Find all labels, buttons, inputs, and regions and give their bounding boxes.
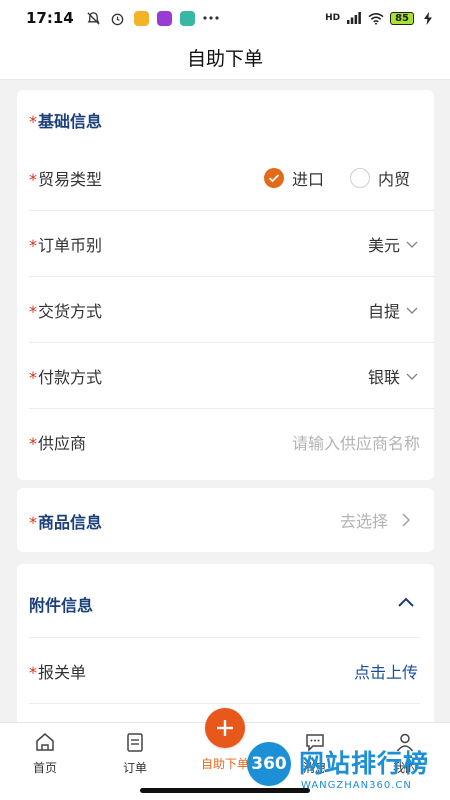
goods-select-action[interactable]: 去选择 (340, 508, 414, 532)
currency-row[interactable]: *订单币别 美元 (29, 211, 434, 277)
add-order-button[interactable] (205, 708, 245, 748)
chevron-right-icon (398, 512, 414, 528)
required-mark: * (29, 662, 37, 682)
payment-value: 银联 (367, 367, 400, 387)
required-mark: * (29, 112, 37, 131)
status-time: 17:14 (26, 9, 74, 27)
tab-self-order-label: 自助下单 (200, 757, 249, 771)
supplier-placeholder: 请输入供应商名称 (291, 434, 420, 453)
more-dots-icon (203, 10, 219, 26)
attachment-info-title: 附件信息 (29, 596, 94, 615)
tab-orders[interactable]: 订单 (100, 731, 170, 776)
delivery-value: 自提 (367, 301, 400, 321)
customs-label: *报关单 (29, 659, 86, 683)
basic-info-card: *基础信息 *贸易类型 进口 内贸 *订单币别 美元 *交货方式 自提 *付款方… (17, 90, 434, 480)
page-title: 自助下单 (186, 48, 263, 70)
delivery-select[interactable]: 自提 (368, 298, 420, 322)
radio-unchecked-icon (349, 167, 370, 188)
payment-label-text: 付款方式 (38, 367, 103, 387)
required-mark: * (29, 301, 37, 321)
network-type: HD (325, 13, 341, 23)
payment-row[interactable]: *付款方式 银联 (29, 343, 434, 409)
supplier-label: *供应商 (29, 430, 86, 454)
supplier-row: *供应商 请输入供应商名称 (29, 409, 434, 475)
status-left: 17:14 (26, 9, 219, 27)
form-scroll-area[interactable]: *基础信息 *贸易类型 进口 内贸 *订单币别 美元 *交货方式 自提 *付款方… (0, 80, 450, 722)
customs-row: *报关单 点击上传 (29, 638, 420, 704)
plus-icon (214, 717, 236, 739)
watermark-badge: 360 (247, 742, 291, 786)
customs-upload[interactable]: 点击上传 (354, 659, 418, 683)
home-icon (34, 731, 56, 753)
trade-type-option-import-label: 进口 (291, 169, 324, 189)
required-mark: * (29, 169, 37, 189)
goods-select-text: 去选择 (339, 512, 388, 531)
trade-type-label: *贸易类型 (29, 166, 102, 190)
payment-select[interactable]: 银联 (368, 364, 420, 388)
tab-home-label: 首页 (32, 761, 57, 775)
app-notification-icon (156, 10, 172, 26)
bell-off-icon (86, 10, 102, 26)
tab-home[interactable]: 首页 (10, 731, 80, 776)
radio-checked-icon (263, 167, 284, 188)
currency-select[interactable]: 美元 (368, 232, 420, 256)
delivery-label: *交货方式 (29, 298, 102, 322)
chevron-up-icon[interactable] (396, 592, 416, 612)
supplier-input[interactable]: 请输入供应商名称 (292, 430, 420, 454)
goods-info-title: *商品信息 (29, 509, 102, 533)
app-notification-icon (133, 10, 149, 26)
currency-value: 美元 (367, 235, 400, 255)
required-mark: * (29, 434, 37, 453)
delivery-label-text: 交货方式 (38, 301, 103, 321)
signal-icon (346, 10, 362, 26)
supplier-label-text: 供应商 (38, 434, 87, 453)
delivery-row[interactable]: *交货方式 自提 (29, 277, 434, 343)
watermark-subtext: WANGZHAN360.CN (301, 780, 412, 791)
goods-select-row[interactable]: 去选择 (217, 488, 434, 552)
app-notification-icon (179, 10, 195, 26)
currency-label: *订单币别 (29, 232, 102, 256)
required-mark: * (29, 367, 37, 387)
tab-orders-label: 订单 (122, 761, 147, 775)
alarm-icon (110, 10, 126, 26)
basic-info-title: *基础信息 (29, 108, 102, 132)
attachment-info-card: 附件信息 *报关单 点击上传 (17, 564, 434, 722)
trade-type-radio-group: 进口 内贸 (252, 166, 410, 190)
home-indicator (140, 788, 310, 793)
payment-label: *付款方式 (29, 364, 102, 388)
nav-bar: 自助下单 (0, 36, 450, 80)
wifi-icon (368, 10, 384, 26)
battery-indicator: 85 (390, 11, 414, 25)
trade-type-label-text: 贸易类型 (38, 169, 103, 189)
required-mark: * (29, 513, 37, 532)
status-right: HD 85 (325, 10, 436, 26)
required-mark: * (29, 235, 37, 255)
trade-type-option-domestic-label: 内贸 (377, 169, 410, 189)
status-bar: 17:14 HD 85 (0, 0, 450, 36)
trade-type-option-domestic[interactable]: 内贸 (349, 166, 410, 190)
chevron-down-icon (404, 236, 420, 252)
goods-info-title-text: 商品信息 (38, 513, 103, 532)
customs-label-text: 报关单 (38, 662, 87, 682)
customs-upload-link[interactable]: 点击上传 (354, 659, 418, 683)
charging-icon (420, 10, 436, 26)
basic-info-title-text: 基础信息 (38, 112, 103, 131)
order-icon (124, 731, 146, 753)
goods-info-card[interactable]: *商品信息 去选择 (17, 488, 434, 552)
trade-type-option-import[interactable]: 进口 (263, 166, 324, 190)
currency-label-text: 订单币别 (38, 235, 103, 255)
chevron-down-icon (404, 302, 420, 318)
trade-type-row: *贸易类型 进口 内贸 (29, 145, 434, 211)
watermark-text: 网站排行榜 (299, 749, 430, 778)
chevron-down-icon (404, 368, 420, 384)
